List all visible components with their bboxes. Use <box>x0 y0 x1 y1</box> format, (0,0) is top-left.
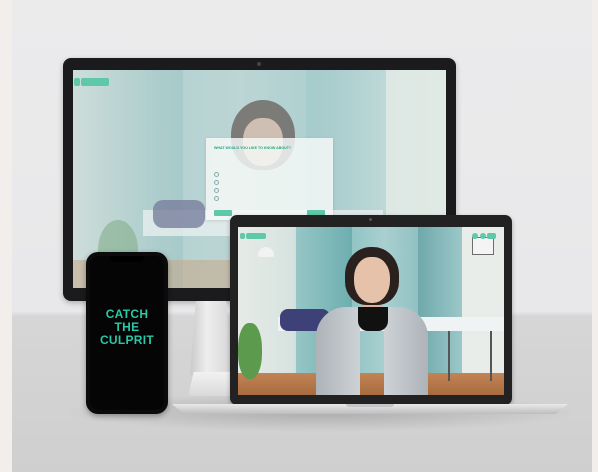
radio-icon[interactable] <box>214 188 219 193</box>
dialog-title: WHAT WOULD YOU LIKE TO KNOW ABOUT? <box>214 146 292 150</box>
logo-icon <box>74 78 80 86</box>
back-button[interactable] <box>214 210 232 216</box>
product-mockup-scene: WHAT WOULD YOU LIKE TO KNOW ABOUT? CATCH… <box>0 0 598 472</box>
app-logo-badge <box>74 78 109 86</box>
phone-screen: CATCH THE CULPRIT <box>90 256 164 410</box>
volume-icon[interactable] <box>472 233 478 239</box>
laptop-screen <box>238 227 504 395</box>
logo-icon <box>240 233 245 239</box>
menu-button[interactable] <box>487 233 496 239</box>
table-legs <box>448 331 492 381</box>
captions-icon[interactable] <box>480 233 486 239</box>
person-face <box>354 257 390 303</box>
person-jacket-right <box>384 307 428 395</box>
question-dialog: WHAT WOULD YOU LIKE TO KNOW ABOUT? <box>206 138 333 220</box>
laptop-camera <box>369 218 372 221</box>
smartphone: CATCH THE CULPRIT <box>86 252 168 414</box>
monitor-camera <box>257 62 261 66</box>
game-title-logo: CATCH THE CULPRIT <box>94 308 160 347</box>
radio-icon[interactable] <box>214 196 219 201</box>
radio-icon[interactable] <box>214 172 219 177</box>
title-line: CULPRIT <box>99 333 155 347</box>
radio-icon[interactable] <box>214 180 219 185</box>
person-jacket-left <box>316 307 360 395</box>
plant <box>238 323 262 379</box>
laptop-notch <box>346 404 394 407</box>
phone-notch <box>110 256 144 262</box>
wall-frame <box>472 237 494 255</box>
person-shirt <box>358 307 388 331</box>
monitor-stand-neck <box>190 301 232 375</box>
laptop <box>230 215 512 405</box>
wall-lamp <box>258 247 274 257</box>
app-logo-badge <box>246 233 266 239</box>
